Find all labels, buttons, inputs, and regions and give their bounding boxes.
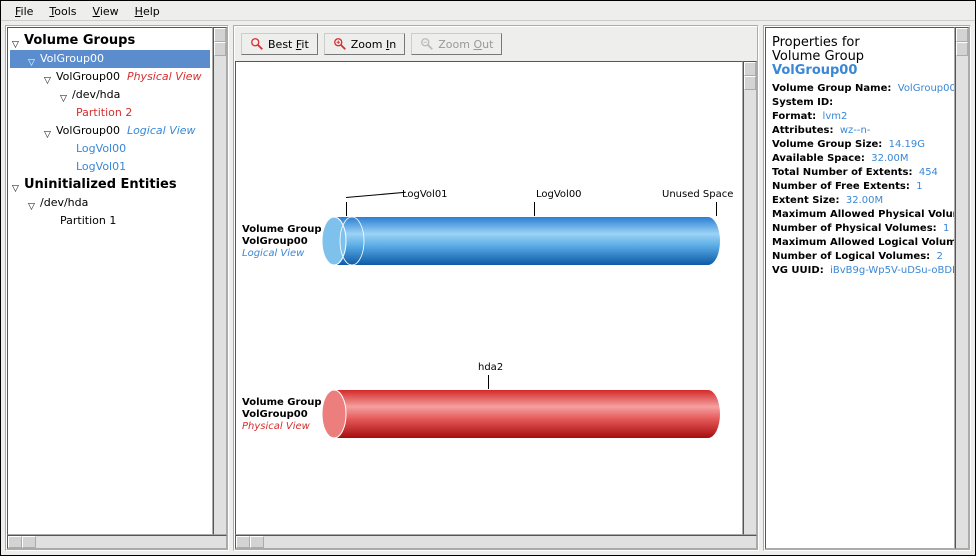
cylinder-physical (322, 388, 720, 440)
menubar: File Tools View Help (1, 1, 975, 21)
zoom-in-icon (333, 37, 347, 51)
tree-sublabel: Physical View (127, 69, 202, 85)
prop-vgname: Volume Group Name: VolGroup00 (772, 82, 948, 96)
tree-uninitialized[interactable]: Uninitialized Entities (10, 176, 210, 194)
vg-physical-label: Volume Group VolGroup00 Physical View (242, 397, 322, 433)
expand-icon[interactable] (12, 37, 21, 46)
expand-icon[interactable] (60, 91, 69, 100)
expand-icon[interactable] (28, 199, 37, 208)
canvas-panel: Best Fit Zoom In Zoom Out Volume Group V… (233, 25, 759, 551)
prop-maxlv: Maximum Allowed Logical Volumes: (772, 236, 948, 250)
pointer-line (488, 375, 489, 389)
menu-tools[interactable]: Tools (41, 3, 84, 18)
tree-volume-groups[interactable]: Volume Groups (10, 32, 210, 50)
prop-sysid: System ID: (772, 96, 948, 110)
menu-view[interactable]: View (85, 3, 127, 18)
tree-partition1[interactable]: Partition 1 (10, 212, 210, 230)
prop-maxpv: Maximum Allowed Physical Volumes: (772, 208, 948, 222)
prop-freeext: Number of Free Extents: 1 (772, 180, 948, 194)
tree-dev-hda-2[interactable]: /dev/hda (10, 194, 210, 212)
expand-icon[interactable] (44, 73, 53, 82)
pointer-line (346, 202, 347, 216)
button-label: Best Fit (268, 38, 309, 51)
prop-format: Format: lvm2 (772, 110, 948, 124)
prop-totext: Total Number of Extents: 454 (772, 166, 948, 180)
zoom-in-button[interactable]: Zoom In (324, 33, 405, 55)
menu-file-label: ile (21, 5, 34, 18)
segment-label-hda2: hda2 (478, 360, 503, 375)
prop-avail: Available Space: 32.00M (772, 152, 948, 166)
scrollbar-horizontal[interactable] (7, 535, 227, 549)
expand-icon[interactable] (28, 55, 37, 64)
best-fit-button[interactable]: Best Fit (241, 33, 318, 55)
menu-view-label: iew (100, 5, 119, 18)
tree-logvol00[interactable]: LogVol00 (10, 140, 210, 158)
tree-view[interactable]: Volume Groups VolGroup00 VolGroup00 Phys… (7, 27, 213, 535)
tree-logical-view[interactable]: VolGroup00 Logical View (10, 122, 210, 140)
tree-label: Uninitialized Entities (24, 177, 177, 193)
toolbar: Best Fit Zoom In Zoom Out (235, 27, 757, 61)
tree-label: Partition 1 (60, 213, 116, 229)
scrollbar-vertical[interactable] (743, 61, 757, 535)
properties-panel: Properties for Volume Group VolGroup00 V… (763, 25, 971, 551)
prop-extsize: Extent Size: 32.00M (772, 194, 948, 208)
zoom-fit-icon (250, 37, 264, 51)
prop-uuid: VG UUID: iBvB9g-Wp5V-uDSu-oBDE- (772, 264, 948, 278)
prop-numpv: Number of Physical Volumes: 1 (772, 222, 948, 236)
tree-label: /dev/hda (72, 87, 120, 103)
pointer-line (716, 202, 717, 216)
menu-tools-label: ools (54, 5, 76, 18)
menu-help[interactable]: Help (127, 3, 168, 18)
menu-help-label: elp (143, 5, 160, 18)
tree-label: Volume Groups (24, 33, 135, 49)
tree-dev-hda[interactable]: /dev/hda (10, 86, 210, 104)
segment-label-unused: Unused Space (662, 187, 733, 202)
button-label: Zoom Out (438, 38, 493, 51)
scrollbar-vertical[interactable] (955, 27, 969, 549)
pointer-line (346, 192, 406, 198)
vg-logical-label: Volume Group VolGroup00 Logical View (242, 224, 322, 260)
tree-label: Partition 2 (76, 105, 132, 121)
canvas[interactable]: Volume Group VolGroup00 Logical View L (235, 61, 743, 535)
tree-label: VolGroup00 (56, 123, 120, 139)
properties-body: Properties for Volume Group VolGroup00 V… (765, 27, 955, 549)
tree-physical-view[interactable]: VolGroup00 Physical View (10, 68, 210, 86)
zoom-out-icon (420, 37, 434, 51)
scrollbar-horizontal[interactable] (235, 535, 757, 549)
tree-sublabel: Logical View (127, 123, 196, 139)
tree-label: /dev/hda (40, 195, 88, 211)
button-label: Zoom In (351, 38, 396, 51)
zoom-out-button[interactable]: Zoom Out (411, 33, 502, 55)
segment-label-logvol01: LogVol01 (402, 187, 448, 202)
main-layout: Volume Groups VolGroup00 VolGroup00 Phys… (1, 21, 975, 555)
prop-numlv: Number of Logical Volumes: 2 (772, 250, 948, 264)
expand-icon[interactable] (44, 127, 53, 136)
expand-icon[interactable] (12, 181, 21, 190)
tree-label: VolGroup00 (40, 51, 104, 67)
tree-logvol01[interactable]: LogVol01 (10, 158, 210, 176)
tree-label: LogVol00 (76, 141, 126, 157)
tree-label: VolGroup00 (56, 69, 120, 85)
properties-title: Properties for Volume Group VolGroup00 (772, 36, 948, 78)
prop-vgsize: Volume Group Size: 14.19G (772, 138, 948, 152)
tree-partition2[interactable]: Partition 2 (10, 104, 210, 122)
sidebar-panel: Volume Groups VolGroup00 VolGroup00 Phys… (5, 25, 229, 551)
cylinder-logical (322, 215, 720, 267)
prop-attr: Attributes: wz--n- (772, 124, 948, 138)
pointer-line (534, 202, 535, 216)
tree-label: LogVol01 (76, 159, 126, 175)
scrollbar-vertical[interactable] (213, 27, 227, 535)
tree-volgroup00[interactable]: VolGroup00 (10, 50, 210, 68)
segment-label-logvol00: LogVol00 (536, 187, 582, 202)
menu-file[interactable]: File (7, 3, 41, 18)
